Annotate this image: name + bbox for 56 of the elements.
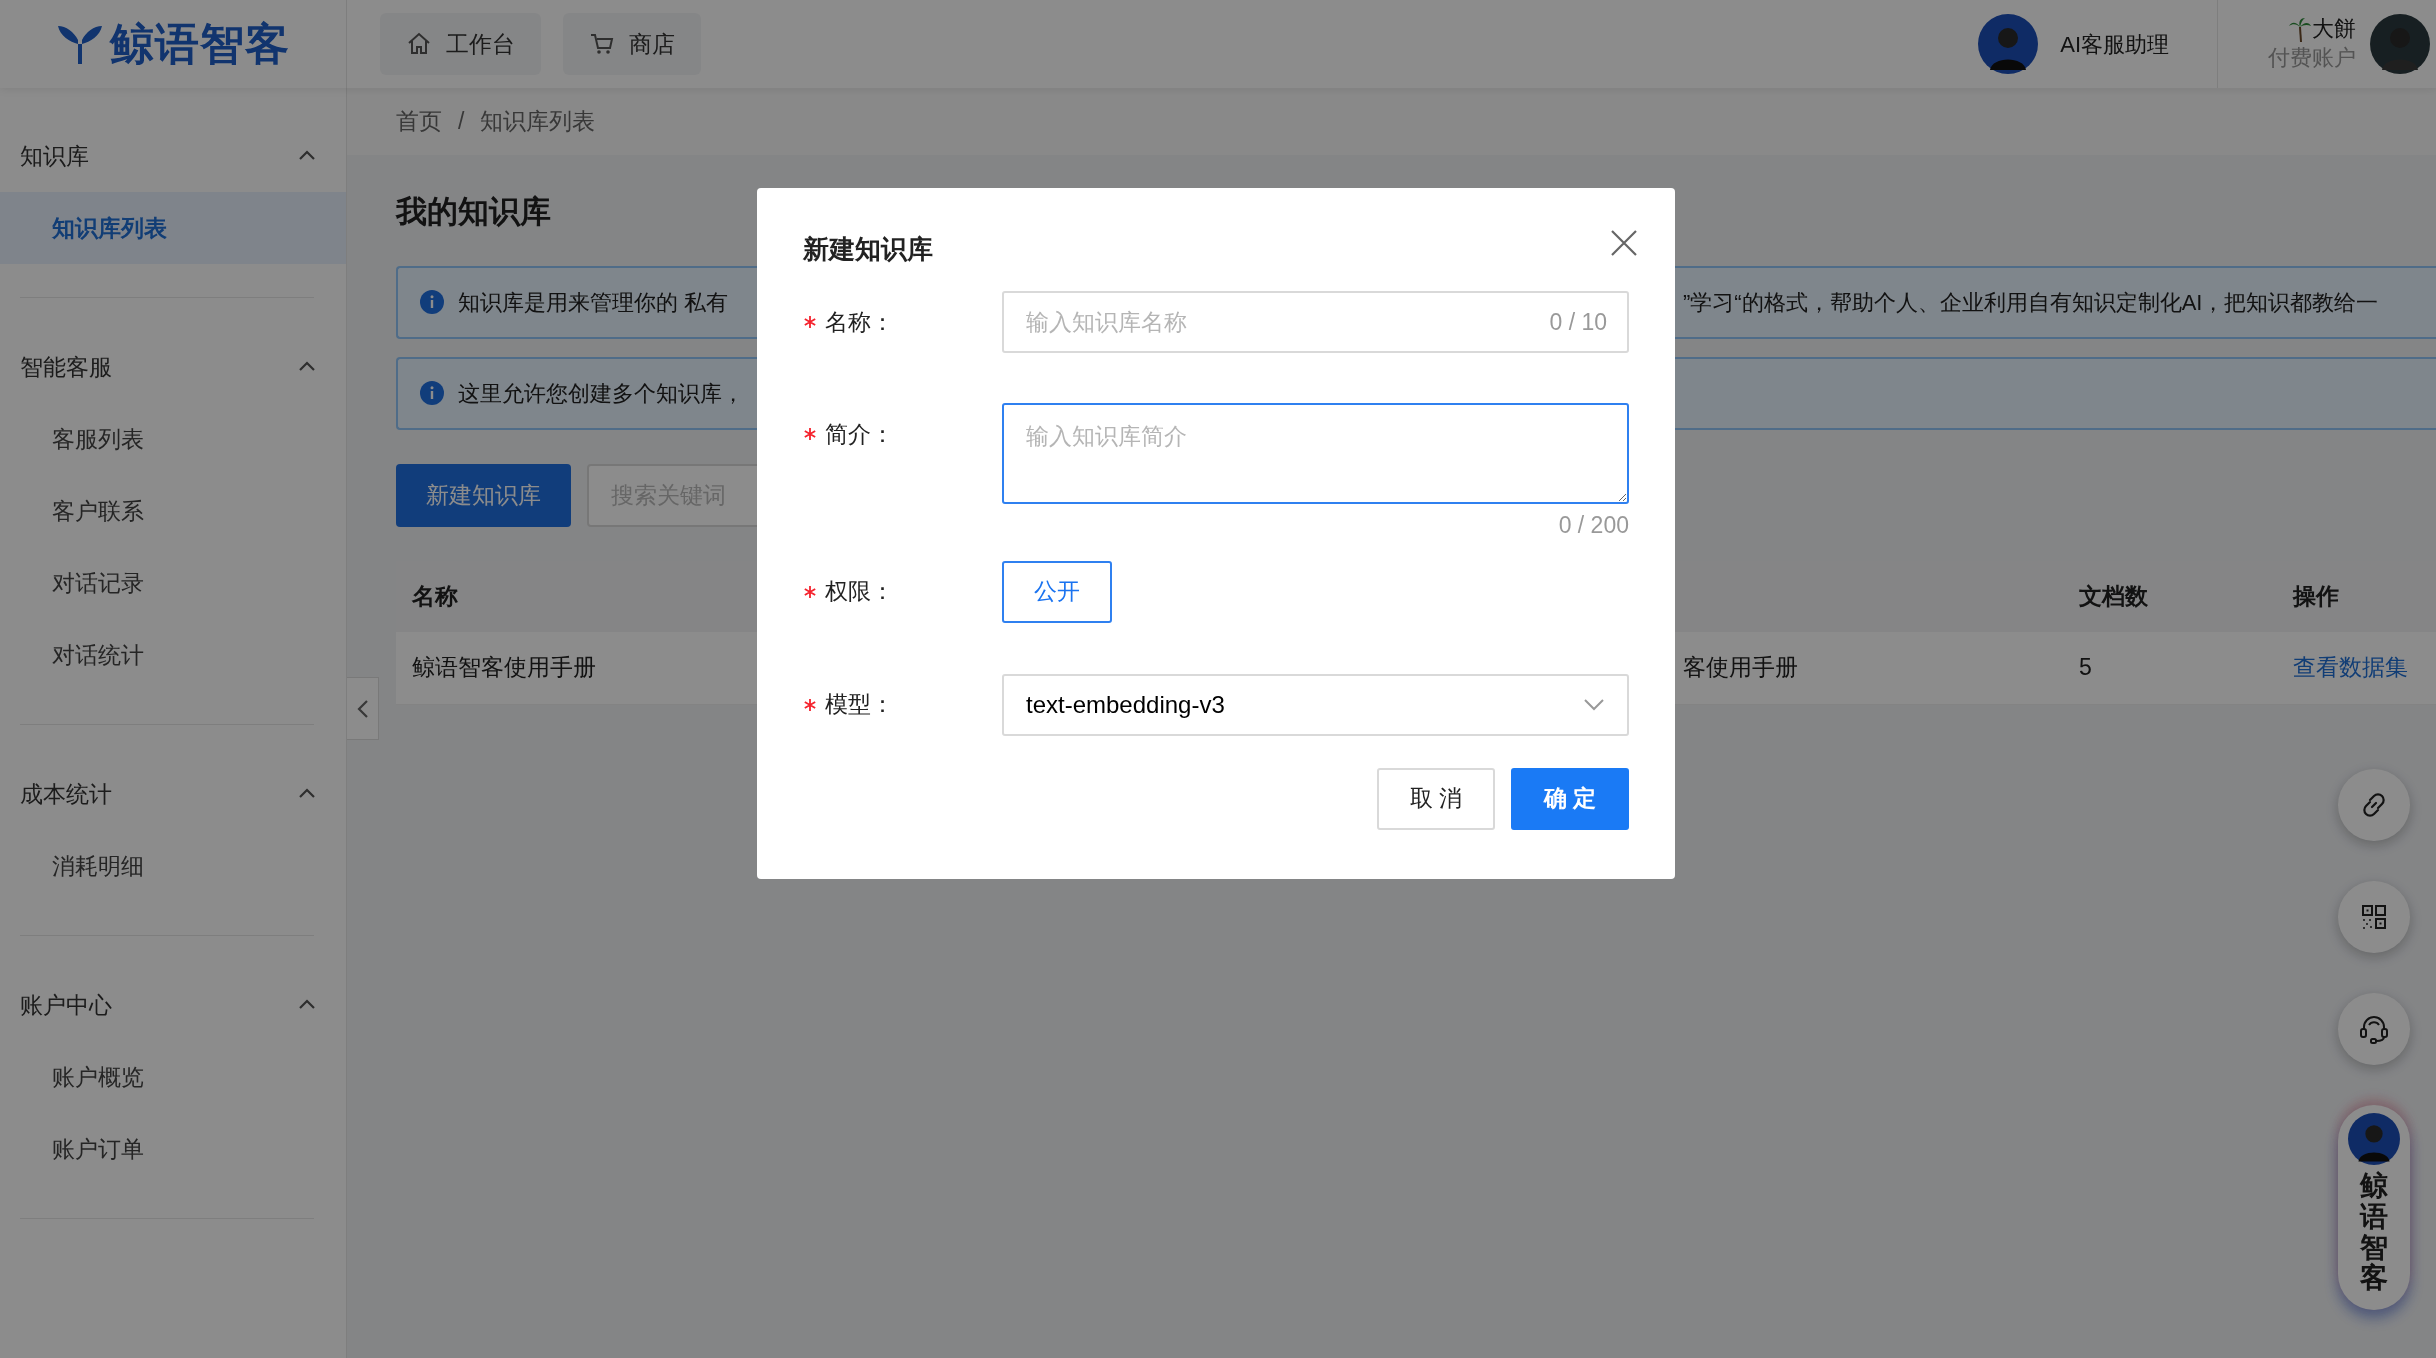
sidebar-item[interactable]: 对话记录 [0, 547, 346, 619]
sidebar-group-title[interactable]: 账户中心 [20, 987, 112, 1023]
breadcrumb-separator: / [458, 107, 465, 137]
alert-text: 这里允许您创建多个知识库， [458, 379, 744, 408]
alert-text: 知识库是用来管理你的 私有 [458, 288, 729, 317]
character-counter: 0 / 10 [1549, 307, 1607, 337]
permission-option[interactable]: 公开 [1002, 560, 1112, 623]
model-select[interactable]: text-embedding-v3 [1002, 673, 1629, 736]
assistant-label: 鲸语智客 [2360, 1171, 2388, 1295]
cancel-button[interactable]: 取 消 [1377, 767, 1495, 830]
sidebar-item[interactable]: 账户概览 [0, 1041, 346, 1113]
sidebar-item[interactable]: 客户联系 [0, 475, 346, 547]
confirm-button[interactable]: 确 定 [1511, 767, 1629, 830]
floating-button[interactable] [2338, 769, 2410, 841]
home-icon [406, 31, 432, 57]
sidebar-item[interactable]: 消耗明细 [0, 830, 346, 902]
new-knowledge-base-button[interactable]: 新建知识库 [396, 463, 571, 527]
palm-tree-icon [2288, 16, 2312, 43]
page-title: 我的知识库 [396, 193, 552, 231]
info-icon [420, 290, 444, 314]
field-label: 名称： [825, 307, 894, 337]
avatar [1978, 14, 2039, 74]
dialog-title: 新建知识库 [803, 234, 933, 264]
close-icon [1609, 227, 1639, 258]
collapse-button[interactable] [347, 677, 379, 740]
text-area[interactable]: 输入知识库简介 [1002, 403, 1629, 504]
avatar [2348, 1113, 2400, 1165]
breadcrumb-item: 知识库列表 [480, 107, 596, 137]
alert-text: ”学习“的格式，帮助个人、企业利用自有知识定制化AI，把知识都教给一 [1682, 288, 2380, 317]
avatar [2370, 14, 2430, 74]
field-label: 权限： [825, 577, 894, 607]
sidebar-group-title[interactable]: 智能客服 [20, 349, 112, 385]
sidebar-item[interactable]: 客服列表 [0, 403, 346, 475]
field-label: 简介： [825, 419, 894, 449]
floating-button[interactable] [2338, 881, 2410, 953]
character-counter: 0 / 200 [1558, 512, 1629, 538]
breadcrumb-item[interactable]: 首页 [396, 104, 442, 139]
assistant-launcher[interactable]: 鲸语智客 [2338, 1105, 2410, 1311]
sidebar-item[interactable]: 对话统计 [0, 619, 346, 691]
info-icon [420, 381, 444, 405]
sidebar-group-title[interactable]: 知识库 [20, 138, 89, 174]
chevron-left-icon [355, 698, 370, 719]
assistant-name: AI客服助理 [2060, 30, 2169, 59]
cart-icon [589, 31, 615, 57]
nav-button[interactable]: 商店 [563, 13, 701, 75]
chevron-down-icon [1583, 697, 1605, 712]
table-cell: 5 [2063, 631, 2277, 705]
sidebar-item[interactable]: 知识库列表 [0, 192, 346, 264]
user-name: 大餅 [2312, 15, 2356, 44]
sidebar-item[interactable]: 账户订单 [0, 1113, 346, 1185]
logo-text: 鲸语智客 [110, 18, 290, 70]
floating-button[interactable] [2338, 993, 2410, 1065]
nav-button[interactable]: 工作台 [380, 13, 541, 75]
account-type: 付费账户 [2268, 44, 2356, 72]
sidebar-group-title[interactable]: 成本统计 [20, 776, 112, 812]
headset-icon [2358, 1013, 2390, 1045]
